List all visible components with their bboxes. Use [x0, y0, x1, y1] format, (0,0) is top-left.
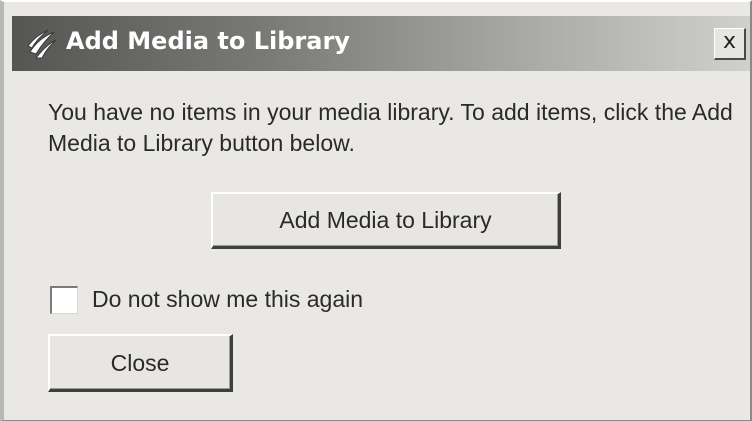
add-media-to-library-button[interactable]: Add Media to Library [211, 192, 561, 249]
close-icon[interactable]: x [714, 28, 746, 60]
empty-library-message: You have no items in your media library.… [48, 99, 733, 156]
dialog-title-bar[interactable]: Add Media to Library x [12, 16, 750, 71]
close-button[interactable]: Close [48, 334, 233, 392]
do-not-show-again-label[interactable]: Do not show me this again [92, 286, 363, 313]
dialog-title: Add Media to Library [66, 27, 350, 55]
add-media-dialog: Add Media to Library x You have no items… [0, 0, 752, 421]
do-not-show-again-checkbox[interactable] [50, 286, 78, 314]
media-player-logo-icon [27, 29, 57, 59]
